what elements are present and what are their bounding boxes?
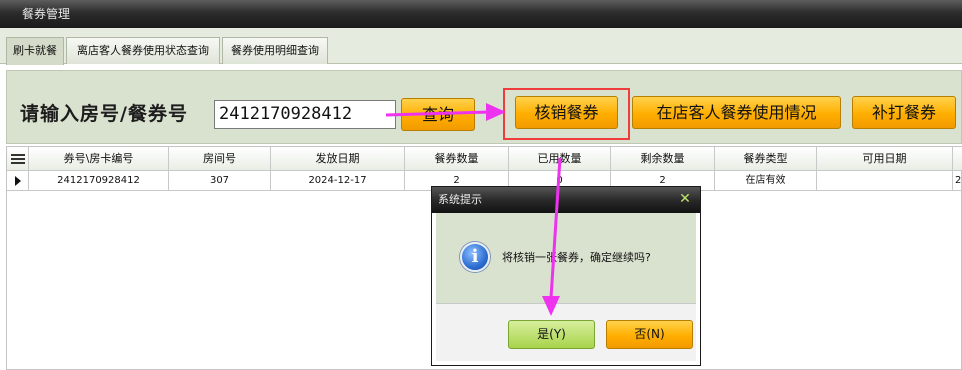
dialog-message: 将核销一张餐券，确定继续吗? — [502, 251, 651, 264]
room-coupon-label: 请输入房号/餐券号 — [20, 103, 188, 125]
search-panel: 请输入房号/餐券号 2412170928412 查询 核销餐券 在店客人餐券使用… — [6, 70, 962, 144]
window-title: 餐券管理 — [0, 0, 962, 28]
tab-usage-details[interactable]: 餐券使用明细查询 — [222, 37, 328, 64]
close-icon[interactable]: ✕ — [678, 191, 692, 207]
column-header[interactable]: 餐券数量 — [405, 147, 509, 171]
dialog-footer: 是(Y) 否(N) — [436, 303, 696, 361]
table-cell[interactable]: 2024-12-17 — [271, 171, 405, 191]
dialog-title: 系统提示 — [432, 187, 700, 213]
column-header[interactable]: 剩余数量 — [611, 147, 715, 171]
table-cell[interactable]: 在店有效 — [715, 171, 817, 191]
yes-button[interactable]: 是(Y) — [508, 320, 595, 349]
tab-card-dining[interactable]: 刷卡就餐 — [6, 37, 64, 65]
reprint-coupon-button[interactable]: 补打餐券 — [852, 96, 956, 129]
no-button[interactable]: 否(N) — [606, 320, 693, 349]
system-prompt-dialog: 系统提示 ✕ i 将核销一张餐券，确定继续吗? 是(Y) 否(N) — [431, 186, 701, 366]
room-coupon-input[interactable]: 2412170928412 — [214, 100, 396, 129]
info-icon: i — [460, 242, 490, 272]
column-header[interactable]: 房间号 — [169, 147, 271, 171]
dialog-body: i 将核销一张餐券，确定继续吗? — [436, 213, 696, 303]
table-cell[interactable]: 2412170928412 — [29, 171, 169, 191]
column-header[interactable]: 券号\房卡编号 — [29, 147, 169, 171]
redeem-coupon-button[interactable]: 核销餐券 — [515, 96, 618, 129]
column-header[interactable]: 发放日期 — [271, 147, 405, 171]
query-button[interactable]: 查询 — [401, 98, 475, 131]
column-header-overflow — [953, 147, 962, 171]
table-cell-overflow[interactable]: 2 — [953, 171, 962, 191]
column-header[interactable]: 可用日期 — [817, 147, 953, 171]
coupon-management-window: 餐券管理 刷卡就餐 离店客人餐券使用状态查询 餐券使用明细查询 请输入房号/餐券… — [0, 0, 962, 370]
tab-departed-guest-status[interactable]: 离店客人餐券使用状态查询 — [66, 37, 220, 64]
row-pointer-icon[interactable] — [7, 171, 29, 191]
table-cell[interactable] — [817, 171, 953, 191]
table-cell[interactable]: 307 — [169, 171, 271, 191]
row-selector-header-icon[interactable] — [7, 147, 29, 171]
column-header[interactable]: 已用数量 — [509, 147, 611, 171]
in-house-usage-button[interactable]: 在店客人餐券使用情况 — [632, 96, 841, 129]
tab-strip: 刷卡就餐 离店客人餐券使用状态查询 餐券使用明细查询 — [0, 28, 962, 65]
column-header[interactable]: 餐券类型 — [715, 147, 817, 171]
